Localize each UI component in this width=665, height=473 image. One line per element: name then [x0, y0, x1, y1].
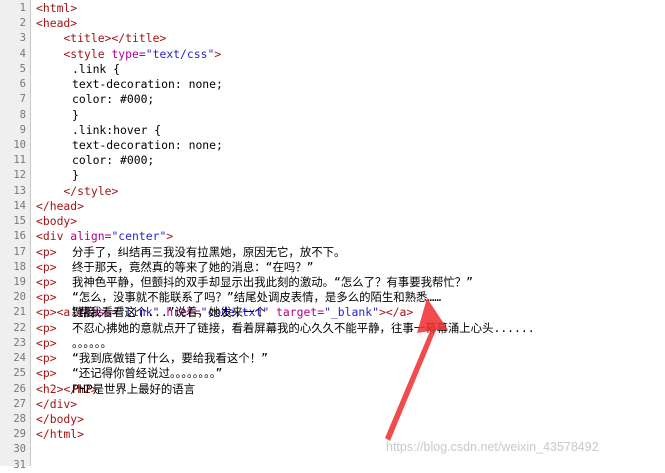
- red-arrow-icon: [385, 298, 448, 441]
- watermark: https://blog.csdn.net/weixin_43578492: [386, 440, 599, 454]
